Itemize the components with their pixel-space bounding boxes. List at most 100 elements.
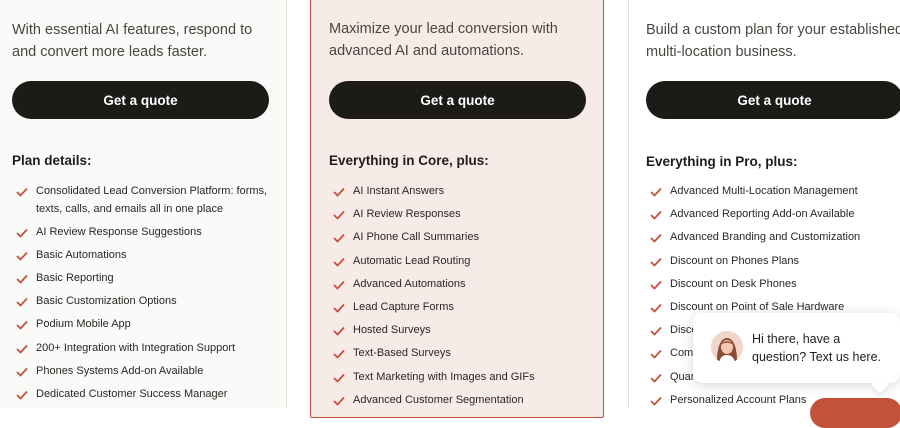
checkmark-icon — [333, 396, 345, 406]
feature-label: Basic Customization Options — [36, 295, 177, 308]
checkmark-icon — [16, 274, 28, 284]
list-item: AI Review Response Suggestions — [12, 224, 274, 242]
checkmark-icon — [16, 187, 28, 197]
feature-label: AI Instant Answers — [353, 185, 445, 197]
feature-label: Lead Capture Forms — [353, 300, 454, 313]
list-item: Discount on Desk Phones — [646, 276, 896, 294]
get-quote-button[interactable]: Get a quote — [12, 81, 269, 119]
list-item: Lead Capture Forms — [329, 299, 594, 317]
checkmark-icon — [333, 280, 345, 290]
list-item: Phones Systems Add-on Available — [12, 363, 274, 381]
plan-card-pro: Maximize your lead conversion with advan… — [310, 0, 604, 418]
feature-label: Discount on Point of Sale Hardware — [670, 300, 845, 313]
checkmark-icon — [650, 280, 662, 290]
features-list: AI Instant Answers AI Review Responses A… — [329, 183, 594, 415]
list-item: AI Instant Answers — [329, 183, 594, 201]
checkmark-icon — [333, 373, 345, 383]
list-item: Text Marketing with Images and GIFs — [329, 369, 594, 387]
list-item: Advanced Customer Segmentation — [329, 392, 594, 410]
features-heading: Everything in Pro, plus: — [646, 154, 798, 169]
feature-label: Hosted Surveys — [353, 324, 431, 337]
feature-label: AI Phone Call Summaries — [353, 231, 479, 244]
checkmark-icon — [333, 350, 345, 360]
get-quote-button[interactable]: Get a quote — [329, 81, 586, 119]
features-heading: Everything in Core, plus: — [329, 153, 489, 168]
feature-label: Com — [670, 347, 694, 360]
feature-label: Basic Reporting — [36, 272, 114, 285]
checkmark-icon — [333, 303, 345, 313]
list-item: Text-Based Surveys — [329, 345, 594, 363]
list-item: Basic Customization Options — [12, 293, 274, 311]
list-item: AI Review Responses — [329, 206, 594, 224]
chat-popup[interactable]: Hi there, have a question? Text us here. — [693, 313, 900, 394]
checkmark-icon — [650, 350, 662, 360]
person-icon — [711, 331, 743, 363]
avatar — [711, 331, 743, 363]
feature-label: Consolidated Lead Conversion Platform: f… — [36, 185, 268, 215]
checkmark-icon — [650, 211, 662, 220]
checkmark-icon — [16, 344, 28, 354]
list-item: AI Phone Call Summaries — [329, 229, 594, 247]
feature-label: Advanced Multi-Location Management — [670, 185, 858, 197]
checkmark-icon — [333, 234, 345, 244]
list-item: Advanced Reporting Add-on Available — [646, 206, 896, 224]
list-item: Advanced Branding and Customization — [646, 229, 896, 247]
list-item: Basic Automations — [12, 247, 274, 265]
feature-label: Advanced Branding and Customization — [670, 231, 861, 244]
list-item: Consolidated Lead Conversion Platform: f… — [12, 183, 274, 218]
feature-label: Text-Based Surveys — [353, 347, 451, 360]
list-item: Podium Mobile App — [12, 316, 274, 334]
checkmark-icon — [650, 396, 662, 406]
checkmark-icon — [650, 303, 662, 313]
feature-label: Basic Automations — [36, 248, 127, 261]
checkmark-icon — [16, 390, 28, 400]
feature-label: Advanced Customer Segmentation — [353, 393, 524, 406]
plan-description: Build a custom plan for your established… — [646, 22, 900, 60]
list-item: 200+ Integration with Integration Suppor… — [12, 340, 274, 358]
plan-description: Maximize your lead conversion with advan… — [329, 21, 558, 59]
chat-message: Hi there, have a question? Text us here. — [752, 332, 882, 364]
list-item: Advanced Automations — [329, 276, 594, 294]
checkmark-icon — [650, 373, 662, 383]
plan-card-core: With essential AI features, respond to a… — [0, 0, 287, 408]
checkmark-icon — [650, 327, 662, 336]
feature-label: Advanced Reporting Add-on Available — [670, 208, 855, 221]
checkmark-icon — [333, 211, 345, 220]
features-heading: Plan details: — [12, 153, 92, 168]
checkmark-icon — [16, 367, 28, 377]
plan-card-pro-container: Maximize your lead conversion with advan… — [288, 0, 628, 418]
checkmark-icon — [16, 321, 28, 331]
checkmark-icon — [333, 257, 345, 267]
chat-launcher-button[interactable] — [810, 398, 900, 428]
feature-label: Text Marketing with Images and GIFs — [353, 370, 535, 383]
feature-label: Phones Systems Add-on Available — [36, 364, 204, 377]
checkmark-icon — [333, 327, 345, 336]
list-item: Automatic Lead Routing — [329, 253, 594, 271]
feature-label: Advanced Automations — [353, 277, 466, 290]
feature-label: Podium Mobile App — [36, 318, 131, 331]
feature-label: Discount on Desk Phones — [670, 277, 797, 290]
list-item: Dedicated Customer Success Manager — [12, 386, 274, 404]
checkmark-icon — [16, 298, 28, 308]
feature-label: Dedicated Customer Success Manager — [36, 388, 228, 400]
feature-label: AI Review Responses — [353, 208, 461, 221]
list-item: Hosted Surveys — [329, 322, 594, 340]
plan-description: With essential AI features, respond to a… — [12, 22, 253, 60]
checkmark-icon — [650, 257, 662, 267]
feature-label: Quar — [670, 370, 695, 383]
checkmark-icon — [650, 187, 662, 197]
checkmark-icon — [16, 251, 28, 261]
feature-label: Personalized Account Plans — [670, 393, 807, 406]
list-item: Advanced Multi-Location Management — [646, 183, 896, 201]
checkmark-icon — [650, 234, 662, 244]
checkmark-icon — [16, 228, 28, 238]
feature-label: 200+ Integration with Integration Suppor… — [36, 341, 236, 354]
feature-label: AI Review Response Suggestions — [36, 225, 202, 238]
feature-label: Automatic Lead Routing — [353, 254, 471, 267]
list-item: Discount on Phones Plans — [646, 253, 896, 271]
feature-label: Discount on Phones Plans — [670, 254, 800, 267]
checkmark-icon — [333, 187, 345, 197]
get-quote-button[interactable]: Get a quote — [646, 81, 900, 119]
features-list: Consolidated Lead Conversion Platform: f… — [12, 183, 274, 409]
list-item: Basic Reporting — [12, 270, 274, 288]
